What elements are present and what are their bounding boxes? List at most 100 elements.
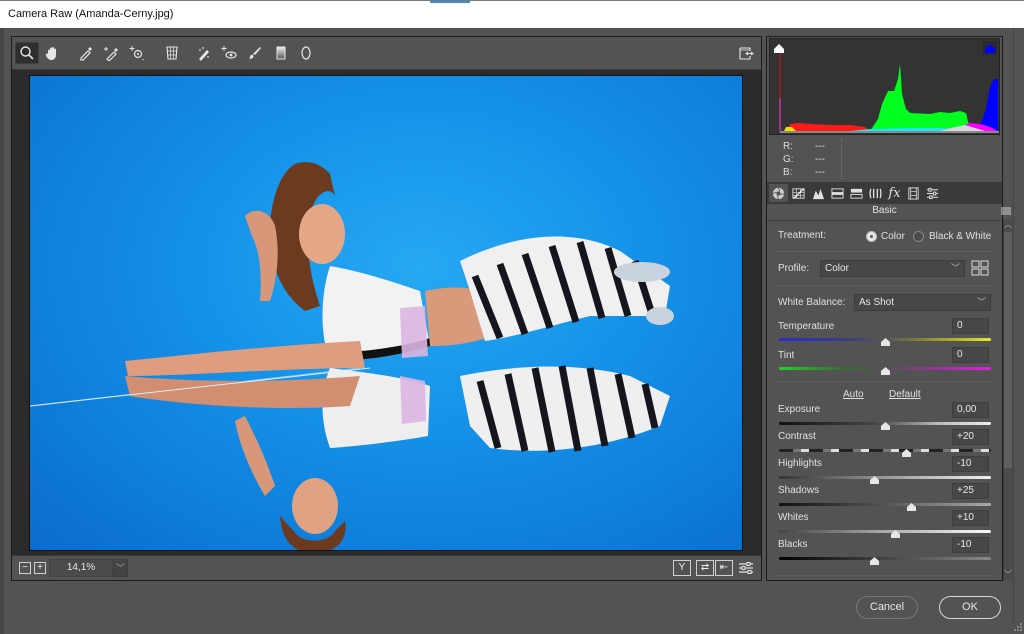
toggle-fullscreen-button[interactable] — [734, 42, 758, 64]
whites-label: Whites — [778, 512, 809, 523]
resize-grip[interactable] — [1013, 622, 1022, 631]
image-canvas[interactable] — [12, 71, 761, 555]
scroll-down-button[interactable]: ﹀ — [1004, 570, 1012, 580]
exposure-label: Exposure — [778, 404, 821, 415]
copy-after-to-before-button[interactable]: ⇤ — [715, 560, 733, 576]
divider — [775, 575, 991, 576]
swap-before-after-button[interactable]: ⇄ — [696, 560, 714, 576]
highlights-value[interactable]: -10 — [952, 456, 989, 472]
zoom-level-dropdown[interactable]: ﹀ — [113, 559, 128, 577]
default-button[interactable]: Default — [889, 389, 921, 400]
chevron-down-icon: ﹀ — [976, 297, 986, 307]
chevron-down-icon: ﹀ — [1004, 570, 1012, 579]
graduated-filter-tool[interactable] — [269, 42, 293, 64]
tab-hsl[interactable] — [828, 184, 847, 202]
tab-split-toning[interactable] — [847, 184, 866, 202]
treatment-color-label[interactable]: Color — [881, 231, 905, 242]
panel-scrollbar-thumb[interactable] — [1004, 232, 1012, 468]
targeted-adjustment-tool[interactable] — [125, 42, 149, 64]
shadow-clipping-warning[interactable] — [772, 41, 786, 55]
treatment-label: Treatment: — [778, 230, 826, 241]
left-edge — [0, 28, 4, 634]
tab-basic[interactable] — [769, 184, 788, 202]
exposure-slider-thumb[interactable] — [880, 422, 890, 430]
zoom-out-button[interactable]: − — [19, 562, 31, 574]
slider-thumb-icon — [869, 476, 879, 484]
divider — [775, 251, 991, 252]
white-balance-select[interactable]: As Shot ﹀ — [854, 294, 991, 311]
preview-image[interactable] — [29, 75, 743, 551]
color-sampler-tool[interactable] — [99, 42, 123, 64]
contrast-slider[interactable] — [779, 449, 991, 452]
profile-browser-button[interactable] — [971, 260, 989, 276]
contrast-value[interactable]: +20 — [952, 429, 989, 445]
resize-grip-icon — [1014, 623, 1022, 631]
highlight-clipping-warning[interactable] — [983, 41, 997, 55]
blacks-value[interactable]: -10 — [952, 537, 989, 553]
tab-lens-corrections[interactable] — [866, 184, 885, 202]
adjustment-brush-tool[interactable] — [243, 42, 267, 64]
scroll-up-button[interactable]: ︿ — [1004, 220, 1012, 230]
chevron-up-icon: ︿ — [1004, 220, 1012, 229]
zoom-tool[interactable] — [15, 42, 39, 64]
highlights-slider[interactable] — [779, 476, 991, 479]
ok-button[interactable]: OK — [939, 596, 1001, 619]
preview-settings-button[interactable] — [736, 557, 756, 579]
zoom-in-button[interactable]: + — [34, 562, 46, 574]
contrast-slider-thumb[interactable] — [901, 449, 911, 457]
preview-statusbar: − + 14,1% ﹀ Y ⇄ ⇤ — [12, 555, 761, 580]
temperature-slider-thumb[interactable] — [880, 338, 890, 346]
temperature-value[interactable]: 0 — [952, 318, 989, 334]
tint-slider-thumb[interactable] — [880, 367, 890, 375]
shadow-clip-icon — [774, 44, 784, 53]
transform-tool[interactable] — [160, 42, 184, 64]
whites-value[interactable]: +10 — [952, 510, 989, 526]
panel-menu-button[interactable] — [1001, 207, 1011, 215]
spot-removal-tool[interactable] — [192, 42, 216, 64]
white-balance-tool[interactable] — [74, 42, 98, 64]
shadows-value[interactable]: +25 — [952, 483, 989, 499]
tint-value[interactable]: 0 — [952, 347, 989, 363]
highlight-clip-icon — [985, 44, 995, 53]
r-value: --- — [815, 141, 825, 152]
tab-calibration[interactable] — [904, 184, 923, 202]
hamburger-menu-icon — [1001, 207, 1011, 215]
tab-tone-curve[interactable] — [789, 184, 808, 202]
before-after-view-button[interactable]: Y — [673, 560, 691, 576]
treatment-bw-radio[interactable] — [913, 231, 924, 242]
tab-effects[interactable]: fx — [885, 184, 904, 202]
whites-slider[interactable] — [779, 530, 991, 533]
hand-tool[interactable] — [40, 42, 64, 64]
slider-thumb-icon — [869, 557, 879, 565]
transform-grid-icon — [166, 46, 178, 60]
slider-thumb-icon — [891, 530, 901, 538]
b-value: --- — [815, 167, 825, 178]
histogram-graph — [779, 51, 999, 133]
blacks-slider[interactable] — [779, 557, 991, 560]
shadows-slider-thumb[interactable] — [907, 503, 916, 511]
magnifier-icon — [20, 46, 34, 60]
treatment-color-radio[interactable] — [866, 231, 877, 242]
blacks-slider-thumb[interactable] — [869, 557, 879, 565]
blacks-label: Blacks — [778, 539, 808, 550]
highlights-slider-thumb[interactable] — [869, 476, 879, 484]
shadows-slider[interactable] — [779, 503, 991, 506]
auto-button[interactable]: Auto — [843, 389, 864, 400]
eyedropper-icon — [80, 47, 92, 61]
whites-slider-thumb[interactable] — [891, 530, 901, 538]
profile-select[interactable]: Color ﹀ — [820, 260, 965, 277]
tab-detail[interactable] — [809, 184, 828, 202]
grid-icon — [971, 260, 989, 276]
slider-thumb-icon — [880, 422, 890, 430]
zoom-level-field[interactable]: 14,1% — [49, 559, 113, 577]
tab-presets[interactable] — [923, 184, 942, 202]
photo-illustration — [30, 162, 674, 550]
radial-filter-tool[interactable] — [294, 42, 318, 64]
preview-area: − + 14,1% ﹀ Y ⇄ ⇤ — [11, 36, 762, 581]
basic-panel: Treatment: Color Black & White Profile: … — [767, 220, 1000, 580]
treatment-bw-label[interactable]: Black & White — [929, 231, 991, 242]
cancel-button[interactable]: Cancel — [856, 596, 918, 619]
red-eye-tool[interactable] — [217, 42, 241, 64]
exposure-value[interactable]: 0,00 — [952, 402, 989, 418]
chevron-down-icon: ﹀ — [115, 563, 125, 573]
